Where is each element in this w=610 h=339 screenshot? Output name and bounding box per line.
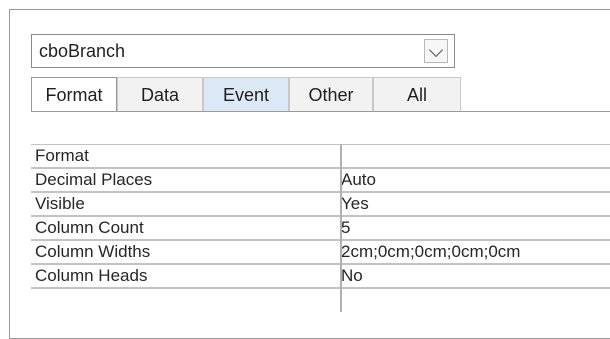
dropdown-button[interactable] [424, 39, 448, 63]
chevron-down-icon [428, 42, 444, 58]
property-value[interactable]: 2cm;0cm;0cm;0cm;0cm [341, 241, 520, 263]
property-row[interactable]: Decimal Places Auto [31, 169, 610, 193]
property-row[interactable]: Visible Yes [31, 193, 610, 217]
property-label: Column Heads [35, 266, 148, 285]
object-selector-dropdown[interactable]: cboBranch [31, 34, 455, 68]
property-tabs: Format Data Event Other All [31, 77, 610, 112]
property-row[interactable]: Column Widths 2cm;0cm;0cm;0cm;0cm [31, 241, 610, 265]
property-row[interactable]: Column Count 5 [31, 217, 610, 241]
tab-event[interactable]: Event [203, 77, 289, 112]
property-value[interactable]: No [341, 265, 363, 287]
property-label: Decimal Places [35, 170, 153, 189]
property-label: Format [35, 146, 89, 165]
tab-data[interactable]: Data [117, 77, 203, 112]
property-label: Column Count [35, 218, 144, 237]
property-row[interactable]: Column Heads No [31, 265, 610, 289]
property-label: Column Widths [35, 242, 151, 261]
tab-divider-line [31, 111, 610, 112]
tab-all[interactable]: All [373, 77, 461, 112]
property-label: Visible [35, 194, 85, 213]
property-value[interactable]: Auto [341, 169, 376, 191]
property-row[interactable]: Format [31, 144, 610, 169]
tab-format[interactable]: Format [31, 77, 117, 112]
property-value[interactable]: 5 [341, 217, 350, 239]
column-divider[interactable] [340, 144, 342, 312]
property-grid: Format Decimal Places Auto Visible Yes C… [31, 144, 610, 289]
property-value[interactable]: Yes [341, 193, 369, 215]
tab-other[interactable]: Other [289, 77, 373, 112]
object-selector-value: cboBranch [39, 41, 126, 61]
